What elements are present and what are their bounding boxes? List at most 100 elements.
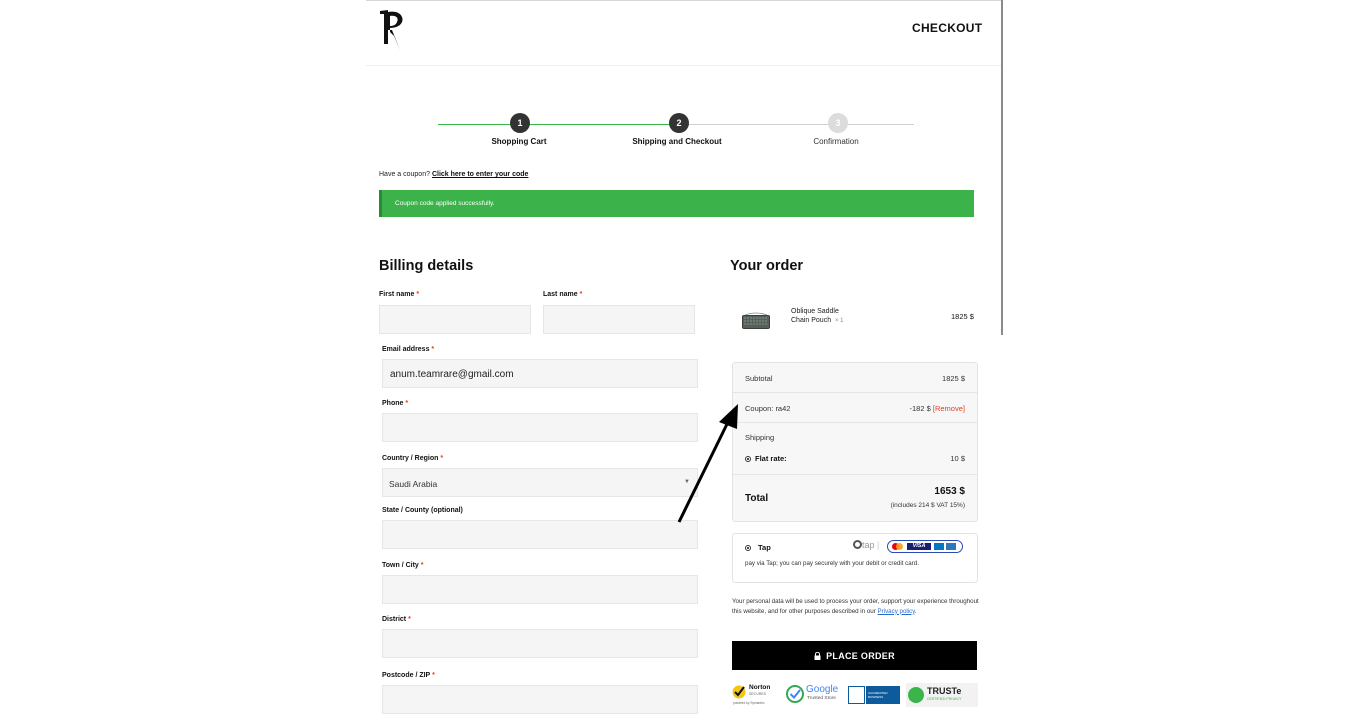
email-value: anum.teamrare@gmail.com <box>390 369 514 380</box>
state-label: State / County (optional) <box>382 507 463 514</box>
state-input[interactable] <box>382 520 698 549</box>
district-label-text: District <box>382 616 407 623</box>
required-mark: * <box>432 672 435 679</box>
email-input[interactable]: anum.teamrare@gmail.com <box>382 359 698 388</box>
header-divider <box>366 65 1001 66</box>
stepper-line-3 <box>680 124 838 125</box>
tap-payment-option[interactable]: Tap <box>745 543 771 552</box>
card-brands-icon: VISA <box>887 540 963 553</box>
truste-badge: TRUSTe CERTIFIED PRIVACY <box>906 683 978 707</box>
order-title: Your order <box>730 258 804 274</box>
town-input[interactable] <box>382 575 698 604</box>
annotation-arrow-icon <box>677 404 738 523</box>
privacy-end: . <box>914 607 917 615</box>
required-mark: * <box>440 455 444 462</box>
privacy-policy-link[interactable]: Privacy policy <box>878 608 915 615</box>
order-totals-table: Subtotal 1825 $ Coupon: ra42 -182 $ [Rem… <box>732 362 978 522</box>
privacy-text: Your personal data will be used to proce… <box>732 598 979 615</box>
first-name-input[interactable] <box>379 305 531 334</box>
stepper-line-4 <box>838 124 914 125</box>
payment-method-box[interactable]: Tap tap | VISA pay via Tap; you can pay … <box>732 533 978 583</box>
country-label-text: Country / Region <box>382 455 439 462</box>
place-order-label: PLACE ORDER <box>826 650 895 661</box>
visa-icon: VISA <box>907 543 931 550</box>
card-icon <box>934 543 944 550</box>
email-label: Email address * <box>382 346 434 353</box>
step-3-label: Confirmation <box>813 137 859 146</box>
last-name-label-text: Last name <box>543 291 578 298</box>
step-3-circle: 3 <box>828 113 848 133</box>
product-thumbnail[interactable] <box>741 312 771 331</box>
state-label-text: State / County (optional) <box>382 507 463 514</box>
country-label: Country / Region * <box>382 455 443 462</box>
postcode-input[interactable] <box>382 685 698 714</box>
radio-selected-icon[interactable] <box>745 545 751 551</box>
stepper-line-1 <box>438 124 520 125</box>
page-edge-divider <box>1001 0 1003 335</box>
flat-rate-option[interactable]: Flat rate: <box>745 454 787 463</box>
google-check-icon <box>786 685 804 703</box>
subtotal-value: 1825 $ <box>942 374 965 383</box>
country-select[interactable]: Saudi Arabia ▼ <box>382 468 698 497</box>
remove-coupon-link[interactable]: [Remove] <box>933 404 965 413</box>
vat-note: (includes 214 $ VAT 15%) <box>890 502 965 509</box>
district-label: District * <box>382 616 411 623</box>
coupon-label: Coupon: ra42 <box>745 404 791 413</box>
product-name[interactable]: Oblique Saddle Chain Pouch × 1 <box>791 307 844 326</box>
brand-logo[interactable] <box>378 6 410 50</box>
required-mark: * <box>405 400 409 407</box>
step-2-circle[interactable]: 2 <box>669 113 689 133</box>
truste-sub: CERTIFIED PRIVACY <box>927 697 962 701</box>
email-label-text: Email address <box>382 346 430 353</box>
google-text: Google <box>806 684 839 695</box>
first-name-label-text: First name <box>379 291 415 298</box>
flat-rate-label: Flat rate: <box>755 454 787 463</box>
product-price: 1825 $ <box>951 312 974 321</box>
total-row: Total 1653 $ (includes 214 $ VAT 15%) <box>733 475 977 521</box>
postcode-label: Postcode / ZIP * <box>382 672 435 679</box>
bbb-text: ACCREDITED BUSINESS <box>866 686 900 704</box>
country-value: Saudi Arabia <box>389 479 438 489</box>
enter-coupon-link[interactable]: Click here to enter your code <box>432 171 528 178</box>
district-input[interactable] <box>382 629 698 658</box>
phone-input[interactable] <box>382 413 698 442</box>
place-order-button[interactable]: PLACE ORDER <box>732 641 977 670</box>
step-2-label[interactable]: Shipping and Checkout <box>632 137 721 146</box>
google-trusted-badge: Google Trusted Store <box>786 683 843 707</box>
last-name-label: Last name * <box>543 291 582 298</box>
amex-icon <box>946 543 956 550</box>
coupon-row: Coupon: ra42 -182 $ [Remove] <box>733 393 977 423</box>
town-label: Town / City * <box>382 562 424 569</box>
notice-text: Coupon code applied successfully. <box>395 200 495 207</box>
product-name-line2: Chain Pouch <box>791 317 832 324</box>
truste-text: TRUSTe <box>927 686 962 696</box>
tap-logo-text: tap <box>862 540 875 550</box>
required-mark: * <box>416 291 420 298</box>
billing-title: Billing details <box>379 258 474 274</box>
step-1-label[interactable]: Shopping Cart <box>491 137 546 146</box>
subtotal-label: Subtotal <box>745 374 773 383</box>
last-name-input[interactable] <box>543 305 695 334</box>
privacy-notice: Your personal data will be used to proce… <box>732 597 980 616</box>
town-label-text: Town / City <box>382 562 419 569</box>
required-mark: * <box>420 562 424 569</box>
coupon-discount: -182 $ <box>909 404 931 413</box>
total-value: 1653 $ <box>934 486 965 497</box>
norton-text: Norton <box>749 684 771 691</box>
shipping-row: Shipping Flat rate: 10 $ <box>733 423 977 475</box>
google-sub: Trusted Store <box>807 696 836 701</box>
product-name-line1: Oblique Saddle <box>791 308 839 315</box>
required-mark: * <box>408 616 411 623</box>
norton-sub: SECURED <box>749 692 767 696</box>
first-name-label: First name * <box>379 291 419 298</box>
trust-badges: Norton SECURED powered by Symantec Googl… <box>732 683 978 709</box>
required-mark: * <box>431 346 435 353</box>
bbb-icon <box>848 686 865 704</box>
shipping-value: 10 $ <box>950 454 965 463</box>
phone-label-text: Phone <box>382 400 404 407</box>
step-1-circle[interactable]: 1 <box>510 113 530 133</box>
postcode-label-text: Postcode / ZIP <box>382 672 431 679</box>
tap-logo-icon: tap | <box>853 540 879 550</box>
payment-description: pay via Tap; you can pay securely with y… <box>745 560 919 567</box>
bbb-badge: ACCREDITED BUSINESS <box>848 683 900 707</box>
